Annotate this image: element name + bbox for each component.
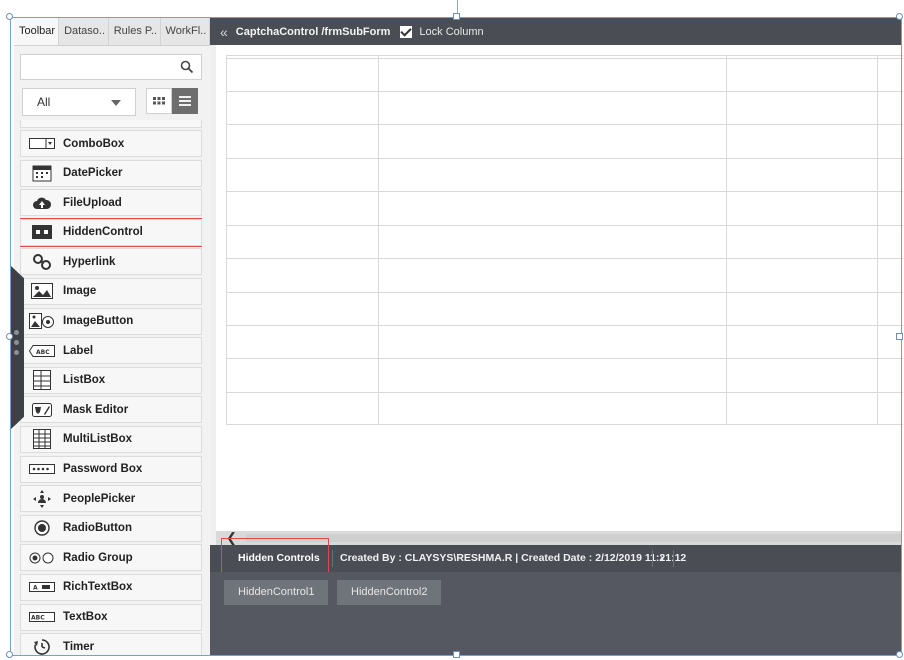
alignment-guide (457, 0, 458, 14)
designer-window: { "left_panel": { "tabs": [ {"label": "T… (0, 0, 904, 660)
resize-handle[interactable] (896, 13, 903, 20)
resize-handle[interactable] (453, 651, 460, 658)
resize-handle[interactable] (6, 651, 13, 658)
resize-handle[interactable] (6, 13, 13, 20)
resize-handle[interactable] (453, 13, 460, 20)
resize-handle[interactable] (896, 333, 903, 340)
resize-handle[interactable] (6, 333, 13, 340)
selection-frame (10, 17, 902, 656)
resize-handle[interactable] (896, 651, 903, 658)
